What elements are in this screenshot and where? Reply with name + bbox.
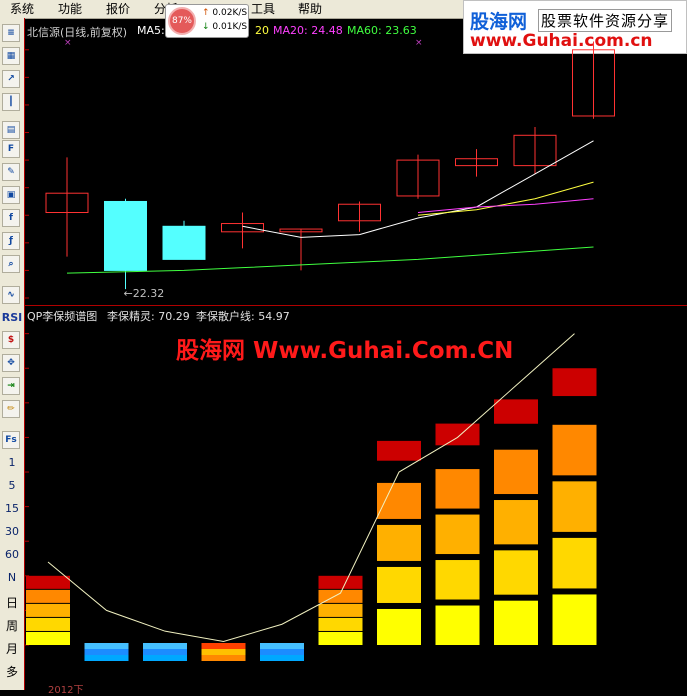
spectrum-segment [260,655,304,661]
spectrum-segment [318,603,363,617]
spectrum-segment [143,649,187,655]
spectrum-segment [318,631,363,645]
spectrum-segment [552,481,597,532]
ma-marker: × [64,38,72,48]
spectrum-segment [26,603,70,617]
spectrum-segment [552,424,597,476]
spectrum-segment [494,399,538,424]
period-60min[interactable]: 60 [0,548,24,561]
candle-down [104,200,147,271]
ma-marker: × [415,38,423,48]
spectrum-segment [552,594,597,645]
spectrum-segment [494,600,538,645]
spectrum-segment [435,423,480,446]
spectrum-segment [84,643,129,649]
period-n[interactable]: N [0,571,24,584]
spectrum-segment [143,655,187,661]
formula-icon[interactable]: f [2,209,20,227]
spectrum-segment [435,514,480,555]
report-icon[interactable]: ▤ [2,121,20,139]
upload-speed-value: 0.02K/S [212,8,248,18]
low-price-label: ←22.32 [123,287,165,301]
candlestick-chart[interactable]: × × [24,18,687,305]
spectrum-segment [26,589,70,603]
spectrum-segment [377,566,421,603]
period-month[interactable]: 月 [0,640,24,657]
notes-icon[interactable]: ✎ [2,163,20,181]
watermark-text: 股海网 Www.Guhai.Com.CN [176,338,514,364]
menu-function[interactable]: 功能 [58,2,82,16]
spectrum-segment [26,575,70,589]
up-arrow-icon: ↑ [202,8,210,18]
spectrum-segment [494,449,538,495]
spectrum-segment [552,368,597,397]
spectrum-segment [377,608,421,645]
period-15min[interactable]: 15 [0,502,24,515]
spectrum-segment [377,440,421,461]
period-multi[interactable]: 多 [0,663,24,680]
document-icon[interactable]: ▣ [2,186,20,204]
period-5min[interactable]: 5 [0,479,24,492]
ma-line-ma20 [417,198,594,214]
f10-icon[interactable]: F [2,140,20,158]
spectrum-segment [84,655,129,661]
spectrum-segment [552,537,597,589]
export-icon[interactable]: ⇥ [2,377,20,395]
spectrum-segment [26,617,70,631]
period-30min[interactable]: 30 [0,525,24,538]
candle-down [162,225,206,260]
spectrum-segment [318,617,363,631]
spectrum-segment [201,649,246,655]
dollar-icon[interactable]: $ [2,331,20,349]
menu-system[interactable]: 系统 [10,2,34,16]
spectrum-segment [435,605,480,645]
left-toolbar: ≡ ▦ ↗ ┃ ▤ F ✎ ▣ f ƒ ⌕ ∿ RSI $ ✥ ⇥ ✏ Fs 1… [0,18,25,690]
move-icon[interactable]: ✥ [2,354,20,372]
spectrum-segment [201,643,246,649]
spectrum-segment [260,643,304,649]
spectrum-segment [435,560,480,600]
spectrum-segment [84,649,129,655]
candle-chart-icon[interactable]: ┃ [2,93,20,111]
upload-speed: ↑ 0.02K/S [202,8,247,18]
rsi-button[interactable]: RSI [0,311,24,324]
spectrum-segment [494,500,538,545]
bottom-date-label: 2012下 [48,685,84,696]
line-chart-icon[interactable]: ↗ [2,70,20,88]
period-day[interactable]: 日 [0,594,24,611]
period-1min[interactable]: 1 [0,456,24,469]
search-icon[interactable]: ⌕ [2,255,20,273]
spectrum-segment [494,550,538,595]
spectrum-segment [26,631,70,645]
fx-icon[interactable]: ƒ [2,232,20,250]
period-week[interactable]: 周 [0,617,24,634]
spectrum-segment [318,575,363,589]
spectrum-segment [260,649,304,655]
menu-quote[interactable]: 报价 [106,2,130,16]
indicator-chart-icon[interactable]: ∿ [2,286,20,304]
spectrum-segment [377,482,421,519]
menu-tools[interactable]: 工具 [251,2,275,16]
draw-pencil-icon[interactable]: ✏ [2,400,20,418]
menu-help[interactable]: 帮助 [298,2,322,16]
table-icon[interactable]: ▦ [2,47,20,65]
spectrum-segment [201,655,246,661]
fs-button[interactable]: Fs [2,431,20,449]
spectrum-segment [143,643,187,649]
quote-list-icon[interactable]: ≡ [2,24,20,42]
spectrum-segment [435,469,480,509]
spectrum-segment [377,524,421,561]
